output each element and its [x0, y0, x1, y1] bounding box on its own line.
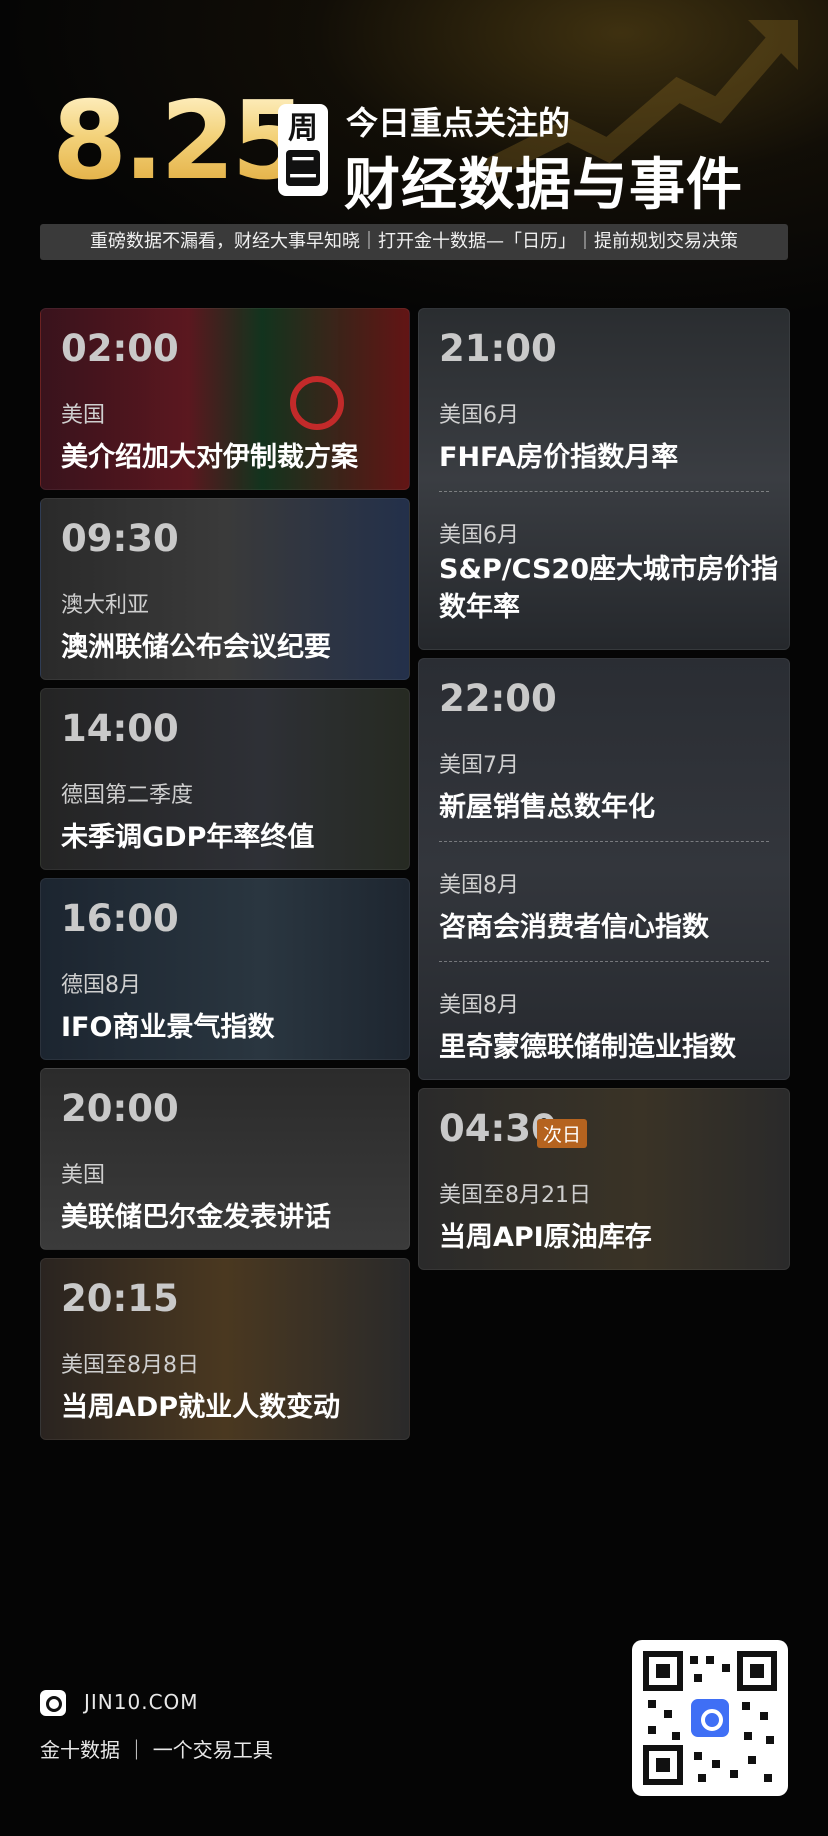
promo-banner[interactable]: 重磅数据不漏看，财经大事早知晓｜打开金十数据—「日历」｜提前规划交易决策 [40, 224, 788, 260]
event-time: 20:15 [61, 1277, 179, 1320]
item-divider [439, 841, 769, 842]
event-region: 美国8月 [439, 873, 519, 898]
item-divider [439, 961, 769, 962]
next-day-badge: 次日 [537, 1119, 588, 1148]
event-title: S&P/CS20座大城市房价指数年率 [439, 554, 778, 623]
event-time: 16:00 [61, 897, 179, 940]
event-region: 德国第二季度 [61, 783, 194, 808]
event-card-2000[interactable]: 20:00 美国 美联储巴尔金发表讲话 [40, 1068, 410, 1250]
weekday-day: 二 [286, 150, 320, 186]
event-card-1400[interactable]: 14:00 德国第二季度 未季调GDP年率终值 [40, 688, 410, 870]
iran-emblem-icon [290, 376, 344, 430]
event-title: 未季调GDP年率终值 [61, 822, 315, 853]
event-time: 02:00 [61, 327, 179, 370]
event-title: 新屋销售总数年化 [439, 792, 655, 823]
event-region: 美国8月 [439, 993, 519, 1018]
event-region: 美国 [61, 403, 106, 428]
item-divider [439, 491, 769, 492]
jin10-app-icon [688, 1696, 732, 1740]
event-title: 当周ADP就业人数变动 [61, 1392, 341, 1423]
event-card-2015[interactable]: 20:15 美国至8月8日 当周ADP就业人数变动 [40, 1258, 410, 1440]
event-region: 德国8月 [61, 973, 141, 998]
event-time: 21:00 [439, 327, 557, 370]
event-card-0930[interactable]: 09:30 澳大利亚 澳洲联储公布会议纪要 [40, 498, 410, 680]
event-time: 09:30 [61, 517, 179, 560]
event-time: 22:00 [439, 677, 557, 720]
event-card-0200[interactable]: 02:00 美国 美介绍加大对伊制裁方案 [40, 308, 410, 490]
weekday-prefix: 周 [288, 111, 318, 146]
event-time: 14:00 [61, 707, 179, 750]
event-title: 当周API原油库存 [439, 1222, 652, 1253]
site-url[interactable]: JIN10.COM [84, 1690, 199, 1714]
qr-code-icon[interactable] [632, 1640, 788, 1796]
event-card-1600[interactable]: 16:00 德国8月 IFO商业景气指数 [40, 878, 410, 1060]
event-card-2100[interactable]: 21:00 美国6月 FHFA房价指数月率 美国6月 S&P/CS20座大城市房… [418, 308, 790, 650]
event-title: 美介绍加大对伊制裁方案 [61, 442, 358, 473]
event-title: 美联储巴尔金发表讲话 [61, 1202, 331, 1233]
event-title: FHFA房价指数月率 [439, 442, 679, 473]
event-region: 美国6月 [439, 523, 519, 548]
event-region: 美国7月 [439, 753, 519, 778]
page-date: 8.25 [52, 79, 306, 204]
event-title: 咨商会消费者信心指数 [439, 912, 709, 943]
event-time: 20:00 [61, 1087, 179, 1130]
brand-tagline: 金十数据 ｜ 一个交易工具 [40, 1738, 273, 1762]
event-region: 美国 [61, 1163, 106, 1188]
event-region: 美国至8月8日 [61, 1353, 199, 1378]
page-title: 财经数据与事件 [344, 153, 743, 218]
event-title: 澳洲联储公布会议纪要 [61, 632, 331, 663]
event-card-0430[interactable]: 04:30 次日 美国至8月21日 当周API原油库存 [418, 1088, 790, 1270]
event-region: 澳大利亚 [61, 593, 150, 618]
event-card-2200[interactable]: 22:00 美国7月 新屋销售总数年化 美国8月 咨商会消费者信心指数 美国8月… [418, 658, 790, 1080]
jin10-logo-icon [40, 1690, 66, 1716]
page-subtitle: 今日重点关注的 [346, 104, 571, 142]
weekday-badge: 周 二 [278, 104, 328, 196]
event-title: 里奇蒙德联储制造业指数 [439, 1032, 736, 1063]
event-region: 美国至8月21日 [439, 1183, 591, 1208]
event-region: 美国6月 [439, 403, 519, 428]
event-title: IFO商业景气指数 [61, 1012, 275, 1043]
